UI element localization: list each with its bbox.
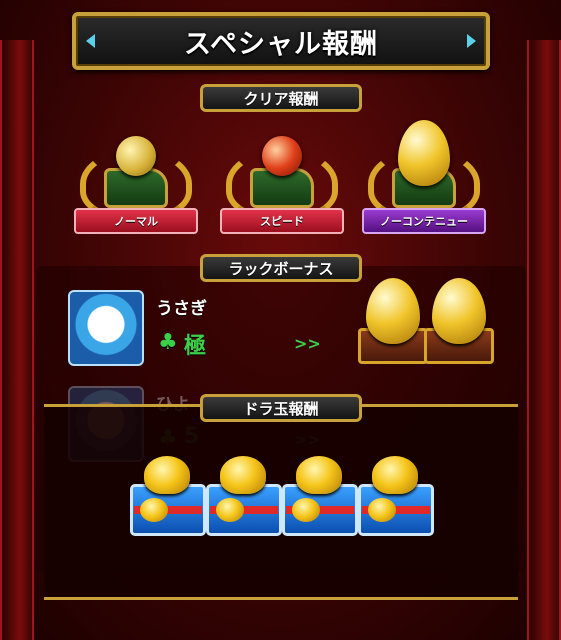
reward-ribbon-label: ノーマル (74, 208, 198, 234)
bell-icon (292, 498, 320, 522)
bell-chest-icon (206, 456, 282, 540)
character-name: うさぎ (156, 299, 207, 319)
golden-egg-icon (398, 120, 450, 186)
bell-chest-icon (282, 456, 358, 540)
dora-reward-header: ドラ玉報酬 (200, 394, 362, 422)
page-title: スペシャル報酬 (183, 28, 379, 60)
right-frame (527, 40, 561, 640)
clover-icon: ♣ (158, 330, 178, 355)
golden-egg-icon (432, 278, 486, 344)
clear-reward-speed: スピード (220, 128, 344, 246)
reward-ribbon-label: スピード (220, 208, 344, 234)
title-banner: スペシャル報酬 (72, 12, 490, 70)
bell-icon (144, 456, 190, 494)
luck-value: 極 (184, 334, 207, 359)
character-avatar[interactable] (68, 290, 144, 366)
red-orb-icon (262, 136, 302, 176)
right-arrow-icon (467, 34, 476, 48)
bell-icon (368, 498, 396, 522)
bell-icon (140, 498, 168, 522)
clear-reward-header: クリア報酬 (200, 84, 362, 112)
gold-coin-icon (116, 136, 156, 176)
bell-icon (216, 498, 244, 522)
luck-bonus-header: ラックボーナス (200, 254, 362, 282)
bell-icon (296, 456, 342, 494)
golden-egg-chest-icon (424, 278, 494, 374)
bell-icon (372, 456, 418, 494)
left-arrow-icon (86, 34, 95, 48)
golden-egg-chest-icon (358, 278, 428, 374)
chevron-right-icon: >> (294, 334, 321, 353)
bell-chest-icon (358, 456, 434, 540)
left-frame (0, 40, 34, 640)
golden-egg-icon (366, 278, 420, 344)
reward-ribbon-label: ノーコンテニュー (362, 208, 486, 234)
clear-reward-normal: ノーマル (74, 128, 198, 246)
clear-reward-no-continue: ノーコンテニュー (362, 120, 486, 246)
bell-icon (220, 456, 266, 494)
bell-chest-icon (130, 456, 206, 540)
